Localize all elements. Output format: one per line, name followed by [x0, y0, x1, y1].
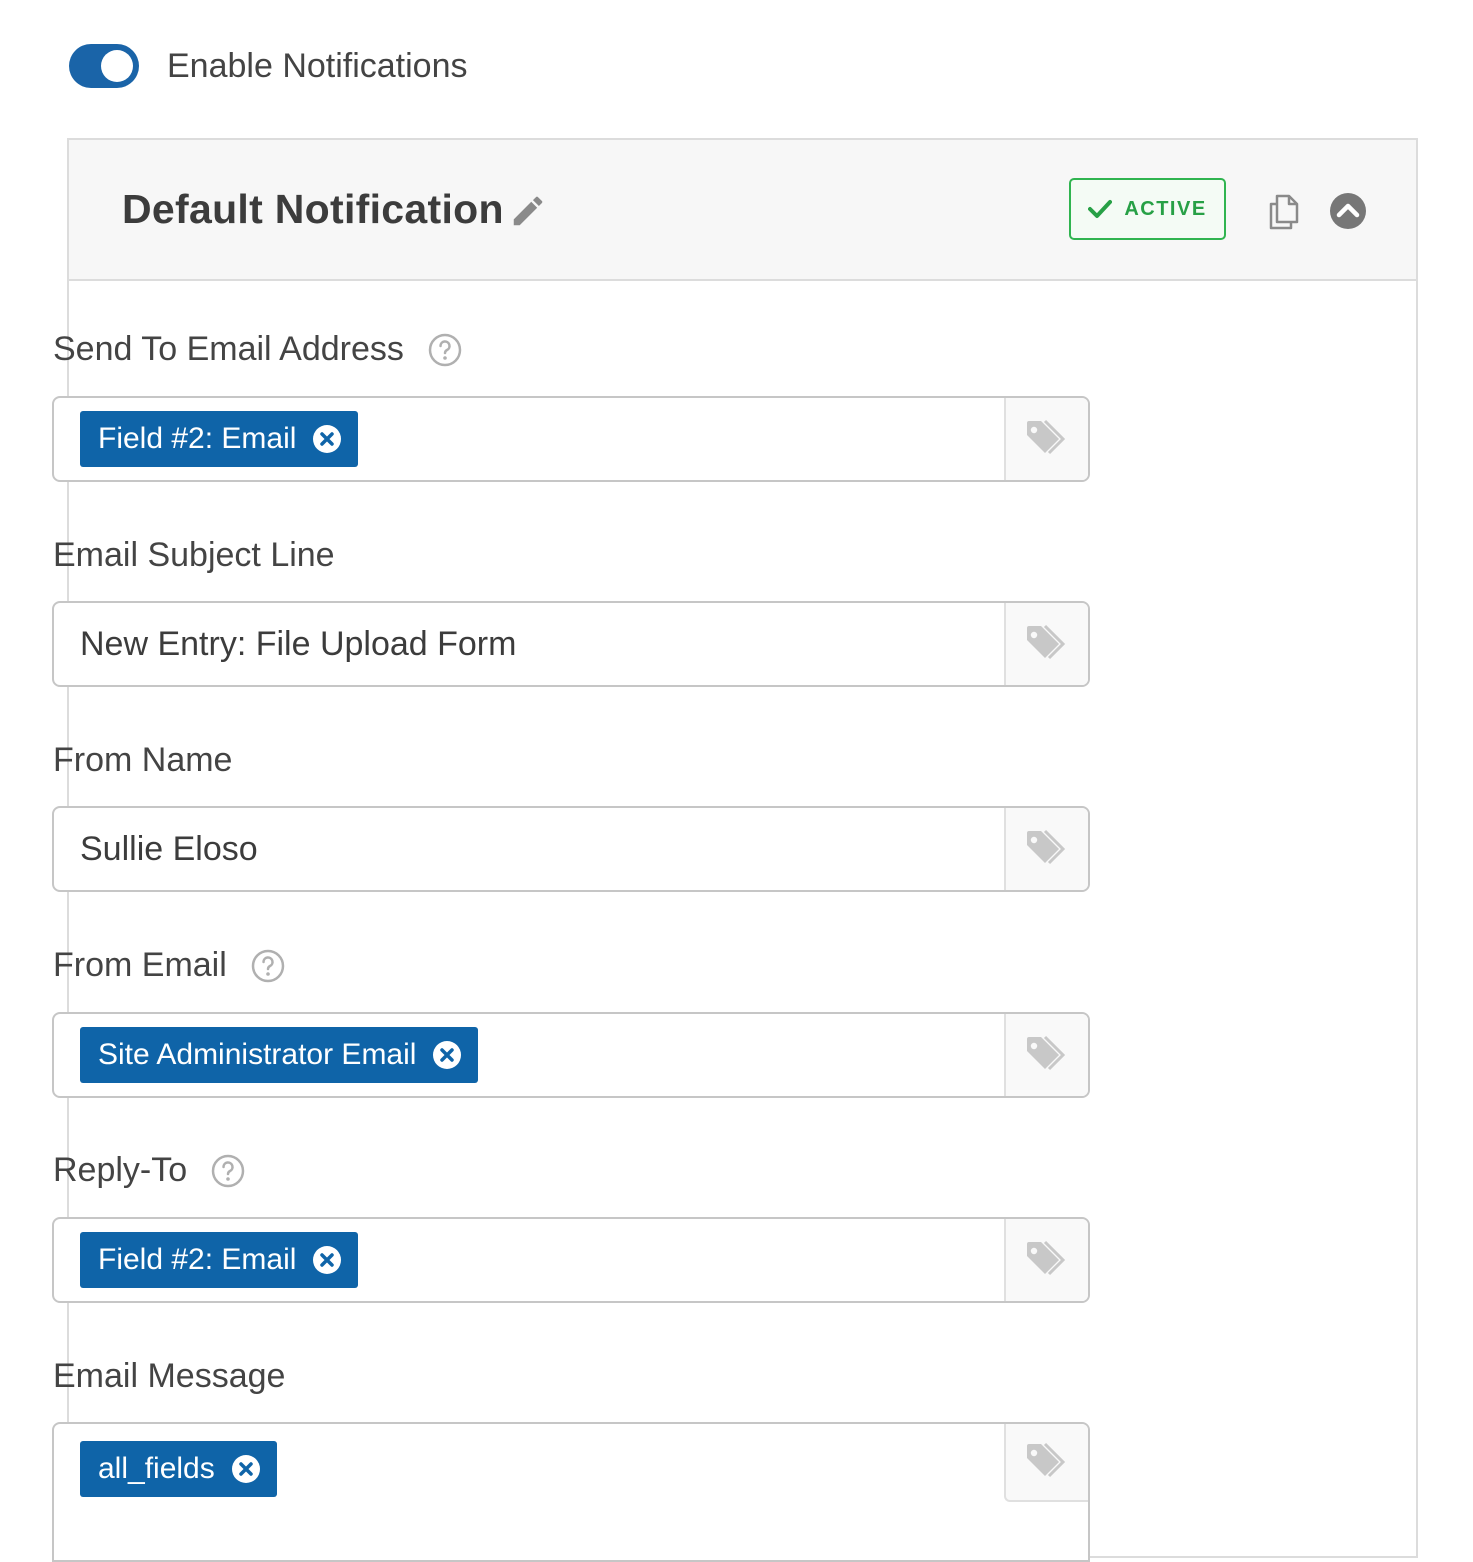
- message-field-content: all_fields: [80, 1440, 1002, 1498]
- smart-tags-button[interactable]: [1004, 1424, 1088, 1502]
- tags-icon: [1027, 1442, 1066, 1478]
- enable-notifications-toggle[interactable]: [69, 44, 139, 88]
- notification-title: Default Notification: [122, 186, 504, 232]
- tags-icon: [1027, 419, 1066, 455]
- send-to-field-content: Field #2: Email: [80, 398, 1002, 480]
- smart-tags-button[interactable]: [1004, 398, 1088, 480]
- notification-header: Default Notification ACTIVE: [69, 140, 1416, 281]
- chip-label: Site Administrator Email: [98, 1038, 417, 1071]
- enable-notifications-label: Enable Notifications: [167, 46, 468, 85]
- status-badge-label: ACTIVE: [1124, 197, 1207, 220]
- help-icon[interactable]: [211, 1154, 245, 1188]
- tags-icon: [1027, 1035, 1066, 1071]
- reply-to-field-content: Field #2: Email: [80, 1219, 1002, 1301]
- toggle-knob: [101, 50, 133, 82]
- subject-field-content: New Entry: File Upload Form: [80, 603, 1002, 685]
- reply-to-field[interactable]: Field #2: Email: [52, 1217, 1090, 1303]
- reply-to-label-text: Reply-To: [53, 1151, 188, 1189]
- message-field[interactable]: all_fields: [52, 1422, 1090, 1562]
- send-to-label: Send To Email Address: [53, 330, 462, 369]
- smart-tags-button[interactable]: [1004, 1014, 1088, 1096]
- from-name-field[interactable]: Sullie Eloso: [52, 806, 1090, 892]
- remove-chip-icon[interactable]: [432, 1040, 462, 1070]
- smart-tag-chip: Field #2: Email: [80, 411, 359, 467]
- copy-icon[interactable]: [1263, 190, 1307, 234]
- remove-chip-icon[interactable]: [231, 1454, 261, 1484]
- send-to-field[interactable]: Field #2: Email: [52, 396, 1090, 482]
- from-name-input-value[interactable]: Sullie Eloso: [80, 830, 258, 869]
- send-to-label-text: Send To Email Address: [53, 330, 404, 368]
- smart-tag-chip: Field #2: Email: [80, 1232, 359, 1288]
- help-icon[interactable]: [251, 949, 285, 983]
- tags-icon: [1027, 1240, 1066, 1276]
- subject-label: Email Subject Line: [53, 536, 335, 575]
- help-icon[interactable]: [428, 333, 462, 367]
- from-email-label-text: From Email: [53, 946, 227, 984]
- remove-chip-icon[interactable]: [312, 1245, 342, 1275]
- pencil-icon[interactable]: [509, 192, 547, 230]
- remove-chip-icon[interactable]: [312, 424, 342, 454]
- from-email-field[interactable]: Site Administrator Email: [52, 1012, 1090, 1098]
- subject-field[interactable]: New Entry: File Upload Form: [52, 601, 1090, 687]
- smart-tag-chip: all_fields: [80, 1441, 277, 1497]
- smart-tags-button[interactable]: [1004, 603, 1088, 685]
- from-name-label: From Name: [53, 741, 232, 780]
- subject-input-value[interactable]: New Entry: File Upload Form: [80, 625, 516, 664]
- from-name-label-text: From Name: [53, 741, 233, 779]
- message-label: Email Message: [53, 1357, 285, 1396]
- from-email-label: From Email: [53, 946, 285, 985]
- subject-label-text: Email Subject Line: [53, 536, 335, 574]
- smart-tags-button[interactable]: [1004, 808, 1088, 890]
- reply-to-label: Reply-To: [53, 1151, 245, 1190]
- from-email-field-content: Site Administrator Email: [80, 1014, 1002, 1096]
- checkmark-icon: [1088, 200, 1113, 218]
- status-badge: ACTIVE: [1069, 178, 1226, 240]
- chevron-up-circle-icon[interactable]: [1329, 192, 1367, 230]
- enable-notifications-row: Enable Notifications: [69, 44, 468, 88]
- smart-tag-chip: Site Administrator Email: [80, 1027, 479, 1083]
- tags-icon: [1027, 624, 1066, 660]
- tags-icon: [1027, 829, 1066, 865]
- chip-label: all_fields: [98, 1452, 215, 1485]
- message-label-text: Email Message: [53, 1357, 286, 1395]
- smart-tags-button[interactable]: [1004, 1219, 1088, 1301]
- from-name-field-content: Sullie Eloso: [80, 808, 1002, 890]
- chip-label: Field #2: Email: [98, 1243, 297, 1276]
- chip-label: Field #2: Email: [98, 422, 297, 455]
